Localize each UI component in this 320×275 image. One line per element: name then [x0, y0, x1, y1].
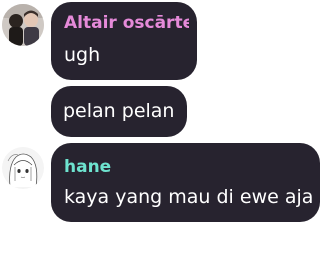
- anime-girl-avatar-icon: [2, 147, 44, 189]
- message-bubble[interactable]: hane kaya yang mau di ewe aja: [51, 143, 320, 222]
- sender-name[interactable]: Altair oscārte: [64, 13, 189, 33]
- user-avatar[interactable]: [2, 147, 44, 189]
- message-text: pelan pelan: [63, 100, 175, 122]
- user-photo-avatar-icon: [2, 4, 44, 46]
- user-avatar[interactable]: [2, 4, 44, 46]
- message-text: ugh: [64, 44, 101, 66]
- message-bubble[interactable]: Altair oscārte ugh: [51, 2, 197, 80]
- message-bubble[interactable]: pelan pelan: [51, 86, 187, 137]
- message-text: kaya yang mau di ewe aja: [64, 186, 314, 208]
- sender-name[interactable]: hane: [64, 157, 111, 177]
